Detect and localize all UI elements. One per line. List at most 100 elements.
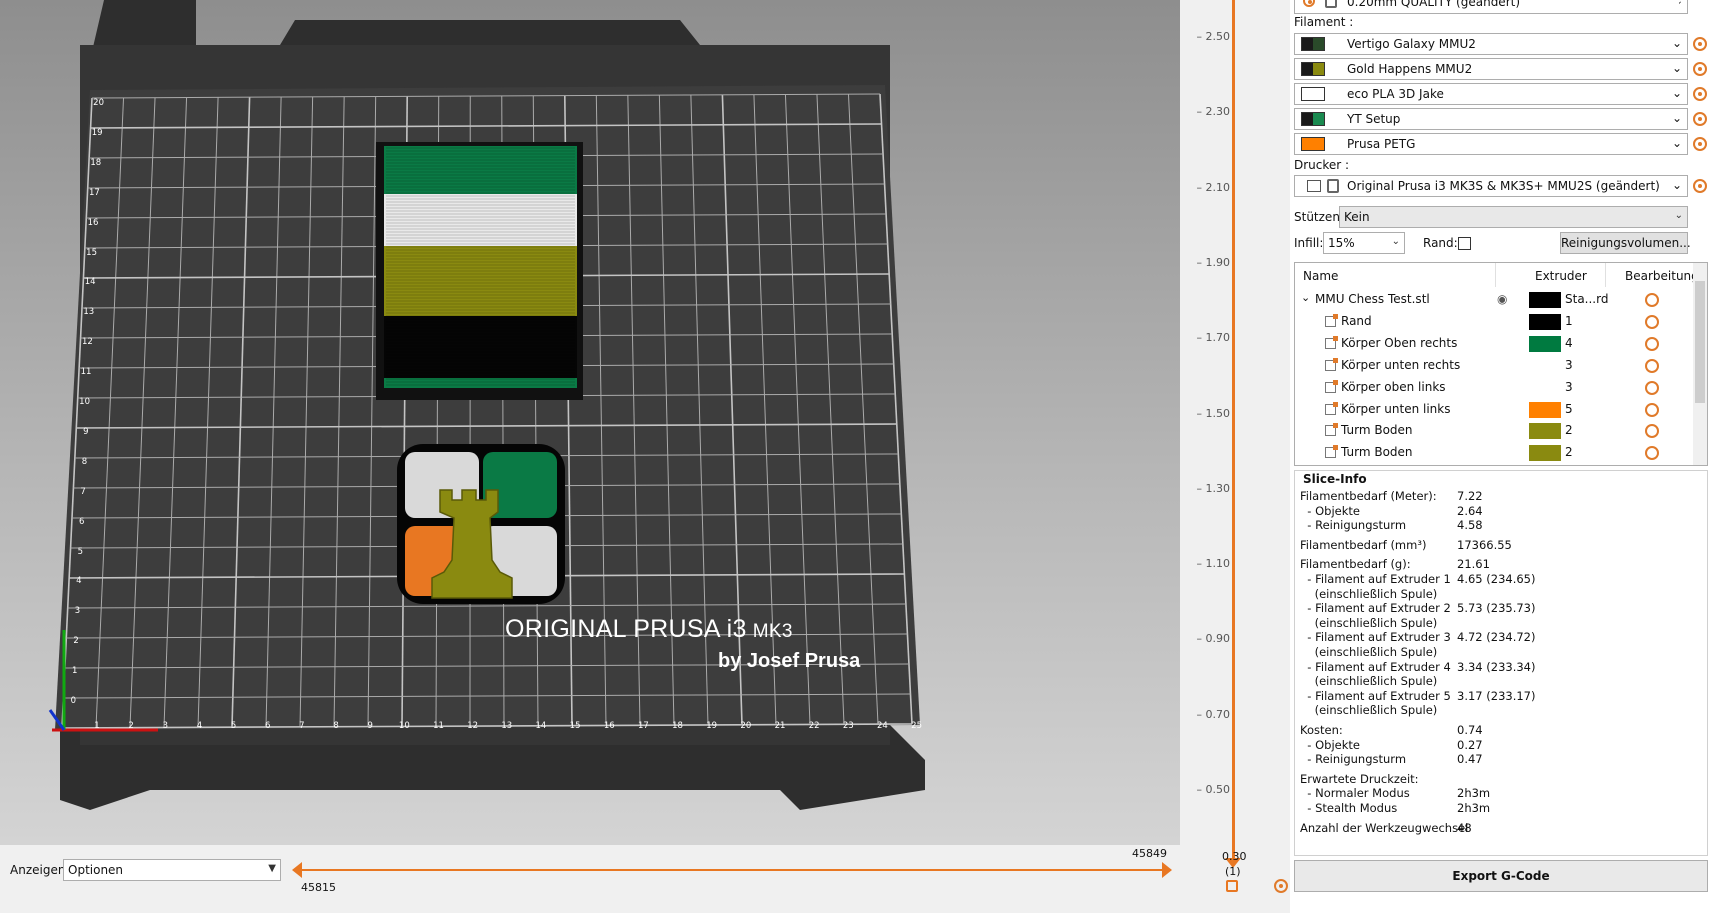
object-list-row[interactable]: Körper unten rechts 3 [1295,355,1695,377]
column-header-edit[interactable]: Bearbeitung [1625,269,1699,283]
wipe-tower[interactable] [376,142,583,400]
extruder-number[interactable]: Sta...rd [1565,292,1608,306]
chess-tile-object[interactable] [397,444,565,604]
bed-x-tick: 1 [94,721,100,731]
slice-info-label: - Reinigungsturm [1300,752,1407,767]
filament-settings-gear-icon[interactable] [1693,87,1707,101]
bed-x-tick: 3 [162,721,168,731]
object-name: Turm Boden [1341,423,1413,438]
view-options-select[interactable]: Optionen ▼ [63,859,281,881]
filament-select[interactable]: YT Setup ⌄ [1294,108,1688,130]
filament-settings-gear-icon[interactable] [1693,62,1707,76]
supports-select[interactable]: Kein ⌄ [1339,206,1688,228]
export-gcode-button[interactable]: Export G-Code [1294,860,1708,892]
layer-slider-track[interactable] [1232,0,1235,865]
filament-select[interactable]: Vertigo Galaxy MMU2 ⌄ [1294,33,1688,55]
object-name: Körper Oben rechts [1341,335,1458,350]
object-list-scrollbar[interactable] [1693,263,1707,465]
column-header-name[interactable]: Name [1303,269,1338,283]
slice-info-value: 48 [1457,820,1472,835]
object-list-row[interactable]: Körper oben links 3 [1295,377,1695,399]
extruder-number[interactable]: 3 [1565,358,1573,372]
object-list[interactable]: Name Extruder Bearbeitung ⌄ ◉ MMU Chess Te… [1294,262,1708,466]
object-list-row[interactable]: Körper unten links 5 [1295,399,1695,421]
part-icon [1325,445,1338,459]
bed-x-tick: 25 [911,721,922,731]
extruder-color-swatch [1529,335,1561,352]
3d-viewport[interactable]: 20 19 18 17 16 15 14 13 12 11 10 9 8 7 6 5 4 3 2 1 0 1234567… [0,0,1180,845]
edit-gear-icon[interactable] [1645,336,1659,351]
filament-settings-gear-icon[interactable] [1693,37,1707,51]
part-icon [1325,313,1338,327]
filament-color-swatch[interactable] [1301,62,1325,76]
filament-color-swatch[interactable] [1301,87,1325,101]
extruder-number[interactable]: 2 [1565,445,1573,459]
layer-height-label: – 0.90 [1196,632,1231,646]
chevron-down-icon: ▼ [268,863,276,874]
object-name: Körper unten links [1341,401,1451,416]
filament-color-swatch[interactable] [1301,112,1325,126]
edit-gear-icon[interactable] [1645,402,1659,417]
filament-settings-gear-icon[interactable] [1693,112,1707,126]
filament-select[interactable]: Prusa PETG ⌄ [1294,133,1688,155]
bed-x-tick: 4 [196,721,203,731]
printer-settings-gear-icon[interactable] [1693,179,1707,193]
layer-height-label: – 1.50 [1196,406,1231,420]
brim-label: Rand: [1423,236,1458,250]
slice-info-box: Slice-Info Filamentbedarf (Meter): 7.22 -… [1294,470,1708,856]
brim-checkbox[interactable] [1458,237,1471,250]
bed-y-tick: 12 [81,337,93,348]
collapse-icon[interactable]: ⌄ [1301,291,1310,304]
slice-info-value: 17366.55 [1457,537,1512,552]
edit-gear-icon[interactable] [1645,446,1659,461]
gear-icon[interactable] [1274,879,1288,893]
bed-y-tick: 19 [91,127,103,138]
extruder-number[interactable]: 5 [1565,402,1573,416]
object-list-row[interactable]: Turm Boden 2 [1295,442,1695,464]
object-list-row[interactable]: Rand 1 [1295,311,1695,333]
horizontal-slider-track[interactable] [296,869,1170,871]
filament-color-swatch[interactable] [1301,37,1325,51]
extruder-number[interactable]: 4 [1565,336,1573,350]
edit-gear-icon[interactable] [1645,314,1659,329]
extruder-number[interactable]: 2 [1565,423,1573,437]
slice-info-value: 0.27 [1457,737,1483,752]
object-list-row[interactable]: Turm Boden 2 [1295,420,1695,442]
printer-select[interactable]: Original Prusa i3 MK3S & MK3S+ MMU2S (ge… [1294,175,1688,197]
lock-icon [1325,0,1337,8]
object-list-row[interactable]: Körper Oben rechts 4 [1295,333,1695,355]
purge-volumes-button[interactable]: Reinigungsvolumen... [1560,232,1691,254]
infill-label: Infill: [1294,236,1324,250]
h-slider-right-thumb[interactable] [1162,862,1172,878]
slice-info-label: - Filament auf Extruder 4 [1300,659,1451,674]
bed-x-tick: 8 [333,721,339,731]
slice-info-label: - Filament auf Extruder 3 [1300,630,1451,645]
print-settings-select[interactable]: 0.20mm QUALITY (geändert) ⌄ [1294,0,1688,14]
edit-gear-icon[interactable] [1645,424,1659,439]
filament-select[interactable]: Gold Happens MMU2 ⌄ [1294,58,1688,80]
filament-color-swatch[interactable] [1301,137,1325,151]
edit-object-icon[interactable] [1645,293,1659,307]
filament-settings-gear-icon[interactable] [1693,137,1707,151]
lock-icon[interactable] [1226,880,1238,892]
object-list-row[interactable]: ⌄ ◉ MMU Chess Test.stl Sta...rd [1295,289,1695,311]
bed-x-tick: 17 [637,721,649,731]
bed-y-tick: 3 [74,606,81,617]
slice-info-value: 5.73 (235.73) [1457,601,1536,616]
h-slider-left-thumb[interactable] [292,862,302,878]
slice-info-label: - Normaler Modus [1300,786,1410,801]
column-header-extruder[interactable]: Extruder [1535,269,1587,283]
bed-x-tick: 15 [569,721,581,731]
filament-select[interactable]: eco PLA 3D Jake ⌄ [1294,83,1688,105]
bed-y-tick: 18 [90,157,102,168]
visibility-eye-icon[interactable]: ◉ [1497,292,1507,306]
layer-slider[interactable]: – 2.50 – 2.30 – 2.10 – 1.90 – 1.70 – 1.50 – 1.… [1180,0,1290,913]
layer-height-label: – 0.70 [1196,707,1231,721]
extruder-number[interactable]: 3 [1565,380,1573,394]
object-name: Rand [1341,313,1372,328]
extruder-number[interactable]: 1 [1565,314,1573,328]
edit-gear-icon[interactable] [1645,380,1659,395]
infill-select[interactable]: 15% ⌄ [1323,232,1405,254]
slice-info-label: - Stealth Modus [1300,801,1398,815]
edit-gear-icon[interactable] [1645,358,1659,373]
